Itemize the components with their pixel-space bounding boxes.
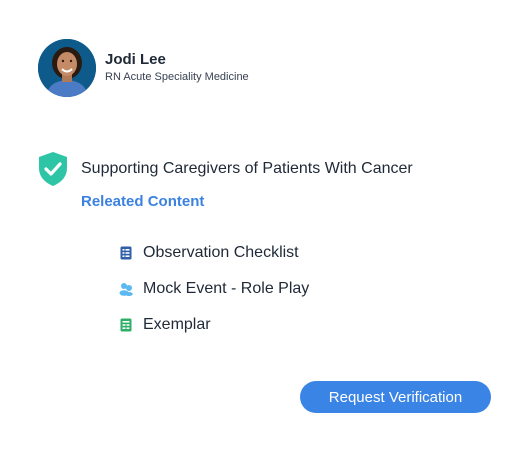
shield-check-icon <box>37 151 69 187</box>
checklist-icon <box>119 246 133 260</box>
avatar <box>38 39 96 97</box>
course-row: Supporting Caregivers of Patients With C… <box>37 151 413 187</box>
list-item-exemplar[interactable]: Exemplar <box>119 307 309 343</box>
exemplar-icon <box>119 318 133 332</box>
related-content-list: Observation Checklist Mock Event - Role … <box>119 235 309 343</box>
user-name: Jodi Lee <box>105 50 166 68</box>
list-item-label: Exemplar <box>143 316 211 333</box>
course-title: Supporting Caregivers of Patients With C… <box>81 160 413 177</box>
user-role: RN Acute Speciality Medicine <box>105 70 249 83</box>
related-content-heading: Releated Content <box>81 193 205 210</box>
people-icon <box>119 282 133 296</box>
profile-header: Jodi Lee RN Acute Speciality Medicine <box>38 39 249 97</box>
list-item-label: Mock Event - Role Play <box>143 280 310 297</box>
list-item-label: Observation Checklist <box>143 244 299 261</box>
list-item-mock-event[interactable]: Mock Event - Role Play <box>119 271 309 307</box>
list-item-observation-checklist[interactable]: Observation Checklist <box>119 235 309 271</box>
request-verification-button[interactable]: Request Verification <box>300 381 491 413</box>
